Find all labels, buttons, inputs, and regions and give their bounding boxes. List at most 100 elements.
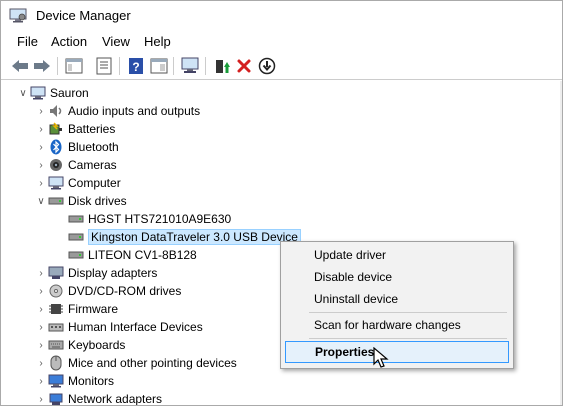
- context-uninstall-device[interactable]: Uninstall device: [285, 289, 509, 309]
- menu-bar: File Action View Help: [1, 31, 562, 53]
- menu-action[interactable]: Action: [51, 34, 87, 49]
- context-update-driver[interactable]: Update driver: [285, 245, 509, 265]
- action-pane-icon[interactable]: [149, 56, 169, 76]
- firmware-icon: [47, 301, 65, 317]
- mouse-pointer-icon: [373, 347, 389, 368]
- expand-chevron-icon[interactable]: ›: [35, 394, 47, 405]
- disable-device-icon[interactable]: [257, 56, 277, 76]
- toolbar-separator: [205, 57, 206, 75]
- menu-file[interactable]: File: [17, 34, 38, 49]
- svg-text:?: ?: [132, 60, 139, 74]
- category-label: Mice and other pointing devices: [68, 356, 237, 370]
- collapse-chevron-icon[interactable]: ∨: [17, 88, 29, 99]
- disk-drive-icon: [67, 229, 85, 245]
- update-driver-icon[interactable]: [212, 56, 232, 76]
- monitor-icon: [47, 373, 65, 389]
- tree-item-cameras[interactable]: › Cameras: [35, 156, 117, 174]
- tree-item-mice[interactable]: › Mice and other pointing devices: [35, 354, 237, 372]
- menu-separator: [309, 338, 507, 339]
- device-manager-window: Device Manager File Action View Help ? ∨…: [0, 0, 563, 406]
- back-arrow-icon[interactable]: [10, 56, 30, 76]
- dvd-drive-icon: [47, 283, 65, 299]
- expand-chevron-icon[interactable]: ›: [35, 124, 47, 135]
- tree-item-firmware[interactable]: › Firmware: [35, 300, 118, 318]
- network-adapter-icon: [47, 391, 65, 405]
- bluetooth-icon: [47, 139, 65, 155]
- category-label: Cameras: [68, 158, 117, 172]
- uninstall-icon[interactable]: [234, 56, 254, 76]
- menu-view[interactable]: View: [102, 34, 130, 49]
- category-label: Keyboards: [68, 338, 126, 352]
- tree-item-keyboards[interactable]: › Keyboards: [35, 336, 125, 354]
- context-disable-device[interactable]: Disable device: [285, 267, 509, 287]
- expand-chevron-icon[interactable]: ›: [35, 358, 47, 369]
- tree-item-batteries[interactable]: › Batteries: [35, 120, 115, 138]
- tree-item-hid[interactable]: › Human Interface Devices: [35, 318, 203, 336]
- expand-chevron-icon[interactable]: ›: [35, 322, 47, 333]
- forward-arrow-icon[interactable]: [32, 56, 52, 76]
- tree-item-computer[interactable]: › Computer: [35, 174, 121, 192]
- help-icon[interactable]: ?: [126, 56, 146, 76]
- scan-hardware-icon[interactable]: [180, 56, 200, 76]
- keyboard-icon: [47, 337, 65, 353]
- computer-icon: [47, 175, 65, 191]
- mouse-icon: [47, 355, 65, 371]
- disk-item-liteon[interactable]: LITEON CV1-8B128: [67, 246, 197, 264]
- disk-label: HGST HTS721010A9E630: [88, 212, 232, 226]
- tree-item-monitors[interactable]: › Monitors: [35, 372, 114, 390]
- show-hide-console-tree-icon[interactable]: [64, 56, 84, 76]
- disk-label: LITEON CV1-8B128: [88, 248, 197, 262]
- root-label: Sauron: [50, 86, 89, 100]
- expand-chevron-icon[interactable]: ›: [35, 268, 47, 279]
- camera-icon: [47, 157, 65, 173]
- disk-label: Kingston DataTraveler 3.0 USB Device: [88, 229, 301, 245]
- category-label: Human Interface Devices: [68, 320, 203, 334]
- scrollbar[interactable]: [560, 81, 562, 405]
- speaker-icon: [47, 103, 65, 119]
- category-label: Network adapters: [68, 392, 163, 406]
- device-manager-icon: [9, 8, 27, 23]
- menu-help[interactable]: Help: [144, 34, 171, 49]
- disk-item-hgst[interactable]: HGST HTS721010A9E630: [67, 210, 231, 228]
- expand-chevron-icon[interactable]: ›: [35, 286, 47, 297]
- battery-icon: [47, 121, 65, 137]
- category-label: Monitors: [68, 374, 115, 388]
- category-label: DVD/CD-ROM drives: [68, 284, 182, 298]
- context-scan-hardware[interactable]: Scan for hardware changes: [285, 315, 509, 335]
- tree-item-disk-drives[interactable]: ∨ Disk drives: [35, 192, 127, 210]
- tree-item-network-adapters[interactable]: › Network adapters: [35, 390, 163, 406]
- expand-chevron-icon[interactable]: ›: [35, 178, 47, 189]
- expand-chevron-icon[interactable]: ›: [35, 376, 47, 387]
- tree-item-audio[interactable]: › Audio inputs and outputs: [35, 102, 200, 120]
- collapse-chevron-icon[interactable]: ∨: [35, 196, 47, 207]
- disk-drive-icon: [47, 193, 65, 209]
- disk-drive-icon: [67, 211, 85, 227]
- hid-icon: [47, 319, 65, 335]
- toolbar-separator: [173, 57, 174, 75]
- category-label: Bluetooth: [68, 140, 119, 154]
- computer-icon: [29, 85, 47, 101]
- category-label: Disk drives: [68, 194, 127, 208]
- expand-chevron-icon[interactable]: ›: [35, 142, 47, 153]
- expand-chevron-icon[interactable]: ›: [35, 106, 47, 117]
- tree-root[interactable]: ∨ Sauron: [17, 84, 89, 102]
- tree-item-display-adapters[interactable]: › Display adapters: [35, 264, 157, 282]
- disk-item-kingston[interactable]: Kingston DataTraveler 3.0 USB Device: [67, 228, 301, 246]
- tree-item-bluetooth[interactable]: › Bluetooth: [35, 138, 119, 156]
- window-title: Device Manager: [36, 8, 131, 23]
- category-label: Firmware: [68, 302, 118, 316]
- context-menu: Update driver Disable device Uninstall d…: [280, 241, 514, 369]
- properties-icon[interactable]: [94, 56, 114, 76]
- category-label: Batteries: [68, 122, 116, 136]
- category-label: Display adapters: [68, 266, 158, 280]
- menu-separator: [309, 312, 507, 313]
- expand-chevron-icon[interactable]: ›: [35, 340, 47, 351]
- context-properties[interactable]: Properties: [285, 341, 509, 363]
- expand-chevron-icon[interactable]: ›: [35, 160, 47, 171]
- category-label: Computer: [68, 176, 121, 190]
- tree-item-dvd-drives[interactable]: › DVD/CD-ROM drives: [35, 282, 181, 300]
- toolbar-separator: [57, 57, 58, 75]
- expand-chevron-icon[interactable]: ›: [35, 304, 47, 315]
- toolbar: ?: [1, 53, 562, 80]
- title-bar: Device Manager: [1, 1, 562, 31]
